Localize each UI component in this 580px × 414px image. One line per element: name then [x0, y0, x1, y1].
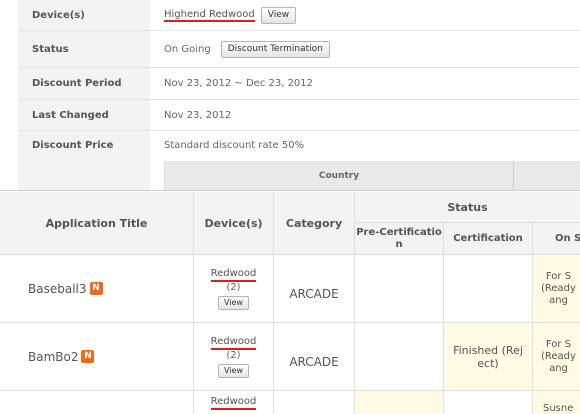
- row-devices-cell: Redwood (2) View: [194, 323, 274, 391]
- new-badge-icon: N: [89, 282, 103, 295]
- info-row-period: Discount Period Nov 23, 2012 ~ Dec 23, 2…: [18, 68, 580, 100]
- device-view-button[interactable]: View: [260, 6, 297, 24]
- discount-info-panel: Device(s) Highend Redwood View Status On…: [18, 0, 580, 190]
- info-value-price: Standard discount rate 50%: [164, 140, 305, 151]
- status-text: On Going: [164, 43, 211, 55]
- row-title-cell: BamBo2 N: [0, 323, 194, 391]
- info-label-status: Status: [18, 31, 150, 67]
- info-label-price: Discount Price: [18, 131, 150, 190]
- info-row-device: Device(s) Highend Redwood View: [18, 0, 580, 31]
- header-application-title: Application Title: [0, 192, 194, 255]
- header-pre-certification: Pre-Certificatio n: [355, 223, 444, 255]
- info-value-status: On Going Discount Termination: [164, 31, 580, 67]
- device-count: (2): [226, 281, 241, 293]
- app-title-link[interactable]: Baseball3: [28, 282, 87, 296]
- device-count: (2): [226, 349, 241, 361]
- row-cert-cell: Finished (Rej ect): [444, 323, 533, 391]
- row-pre-cert-cell: [355, 255, 444, 323]
- info-row-status: Status On Going Discount Termination: [18, 31, 580, 68]
- row-title-cell: [0, 391, 194, 414]
- row-on-sale-cell: For S (Ready ang: [533, 255, 580, 323]
- device-link[interactable]: Redwood: [210, 396, 257, 410]
- country-table-header: Country: [164, 161, 580, 190]
- info-value-changed: Nov 23, 2012: [164, 109, 232, 121]
- header-certification: Certification: [444, 223, 533, 255]
- row-on-sale-cell: For S (Ready ang: [533, 323, 580, 391]
- row-cert-cell: [444, 255, 533, 323]
- section-divider: [0, 190, 580, 191]
- info-label-device: Device(s): [18, 0, 150, 30]
- row-devices-cell: Redwood: [194, 391, 274, 414]
- row-cert-cell: [444, 391, 533, 414]
- row-devices-cell: Redwood (2) View: [194, 255, 274, 323]
- header-devices: Device(s): [194, 192, 274, 255]
- row-pre-cert-cell: [355, 391, 444, 414]
- info-value-period: Nov 23, 2012 ~ Dec 23, 2012: [164, 78, 314, 89]
- row-category-cell: ARCADE: [274, 255, 355, 323]
- row-pre-cert-cell: [355, 323, 444, 391]
- info-label-period: Discount Period: [18, 68, 150, 99]
- row-title-cell: Baseball3 N: [0, 255, 194, 323]
- applications-table: Application Title Device(s) Category Sta…: [0, 192, 580, 414]
- header-status: Status: [355, 192, 580, 223]
- header-category: Category: [274, 192, 355, 255]
- country-header-divider: [513, 161, 514, 190]
- country-header: Country: [318, 170, 360, 181]
- new-badge-icon: N: [81, 350, 95, 363]
- row-category-cell: [274, 391, 355, 414]
- discount-termination-button[interactable]: Discount Termination: [220, 40, 330, 58]
- info-label-changed: Last Changed: [18, 100, 150, 130]
- info-value-device: Highend Redwood View: [164, 0, 580, 30]
- device-name-link[interactable]: Highend Redwood: [164, 9, 255, 22]
- device-link[interactable]: Redwood: [210, 336, 257, 350]
- device-link[interactable]: Redwood: [210, 268, 257, 282]
- device-view-button[interactable]: View: [218, 295, 249, 310]
- header-on-sale: On S: [533, 223, 580, 255]
- device-view-button[interactable]: View: [218, 363, 249, 378]
- row-on-sale-cell: Susne: [533, 391, 580, 414]
- app-title-link[interactable]: BamBo2: [28, 350, 78, 364]
- info-row-changed: Last Changed Nov 23, 2012: [18, 100, 580, 131]
- row-category-cell: ARCADE: [274, 323, 355, 391]
